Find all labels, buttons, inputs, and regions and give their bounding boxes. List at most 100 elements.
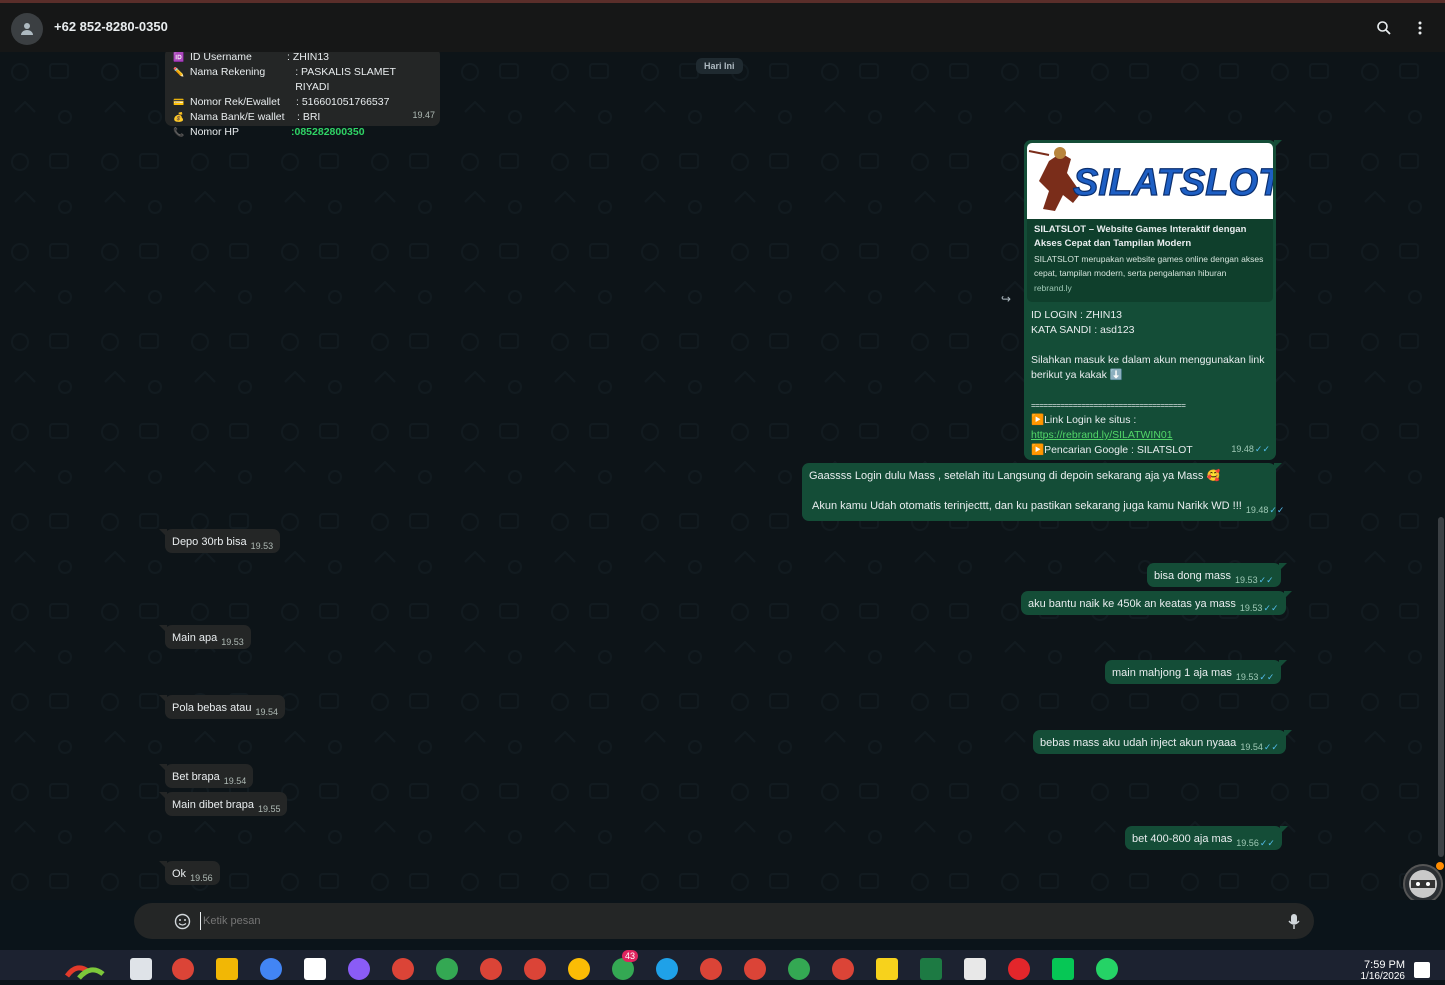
bubble-tail xyxy=(1279,826,1288,834)
outgoing-message[interactable]: main mahjong 1 aja mas 19.53✓✓ xyxy=(1105,660,1288,684)
message-time: 19.53 xyxy=(1239,603,1263,613)
outgoing-message[interactable]: aku bantu naik ke 450k an keatas ya mass… xyxy=(1021,591,1292,615)
bubble-tail xyxy=(159,529,167,537)
incoming-message[interactable]: Pola bebas atau 19.54 xyxy=(159,695,286,719)
promo-line: ID LOGIN : ZHIN13 xyxy=(1031,309,1123,321)
chrome-profile-icon[interactable] xyxy=(788,958,810,980)
bubble-tail xyxy=(159,625,167,633)
detail-label: Nama Rekening xyxy=(189,66,266,78)
incoming-message[interactable]: Bet brapa 19.54 xyxy=(159,764,254,788)
bubble-tail xyxy=(1278,563,1287,571)
double-check-icon: ✓✓ xyxy=(1263,603,1279,613)
chrome-profile-icon[interactable] xyxy=(832,958,854,980)
message-text: Main dibet brapa xyxy=(172,799,254,811)
clock-date: 1/16/2026 xyxy=(1360,971,1406,982)
message-input-container[interactable] xyxy=(134,903,1314,939)
chrome-badge-icon[interactable]: 43 xyxy=(612,950,639,980)
promo-message[interactable]: SILATSLOT SILATSLOT – Website Games Inte… xyxy=(1024,140,1282,460)
incoming-message[interactable]: Depo 30rb bisa 19.53 xyxy=(159,529,281,553)
double-check-icon: ✓✓ xyxy=(1269,505,1285,515)
outgoing-message[interactable]: bisa dong mass 19.53✓✓ xyxy=(1147,563,1287,587)
excel-icon[interactable] xyxy=(920,958,942,980)
outgoing-message[interactable]: bet 400-800 aja mas 19.56✓✓ xyxy=(1125,826,1288,850)
outgoing-message[interactable]: Gaassss Login dulu Mass , setelah itu La… xyxy=(802,463,1284,521)
notification-center-icon[interactable] xyxy=(1414,962,1430,978)
detail-value: :085282800350 xyxy=(291,126,365,138)
promo-line xyxy=(1031,338,1269,353)
search-icon[interactable] xyxy=(1373,17,1395,39)
microphone-icon[interactable] xyxy=(1286,913,1302,930)
message-time: 19.54 xyxy=(255,707,279,717)
double-check-icon: ✓✓ xyxy=(1254,444,1270,454)
person-icon xyxy=(21,23,33,35)
avatar[interactable] xyxy=(11,13,43,45)
link-preview-description: SILATSLOT merupakan website games online… xyxy=(1034,254,1264,278)
message-text: Ok xyxy=(172,868,187,880)
detail-value: : 516601051766537 xyxy=(296,96,390,108)
link-preview-text[interactable]: SILATSLOT – Website Games Interaktif den… xyxy=(1027,219,1273,302)
detail-emoji-icon: ✏️ xyxy=(173,67,185,77)
scrollbar[interactable] xyxy=(1438,517,1444,857)
outgoing-message[interactable]: bebas mass aku udah inject akun nyaaa 19.… xyxy=(1033,730,1292,754)
message-text: Gaassss Login dulu Mass , setelah itu La… xyxy=(809,470,1221,482)
message-time: 19.53 xyxy=(250,541,274,551)
store-icon[interactable] xyxy=(304,958,326,980)
promo-body: ID LOGIN : ZHIN13 KATA SANDI : asd123 Sila… xyxy=(1027,302,1273,458)
chrome-profile-icon[interactable] xyxy=(436,958,458,980)
account-detail-row: 💰 Nama Bank/E wallet: BRI xyxy=(173,110,432,125)
detail-emoji-icon: 💰 xyxy=(173,112,185,122)
account-detail-row: 💳 Nomor Rek/Ewallet: 516601051766537 xyxy=(173,95,432,110)
incoming-message[interactable]: Main dibet brapa 19.55 xyxy=(159,792,288,816)
chrome-profile-icon[interactable] xyxy=(392,958,414,980)
system-clock[interactable]: 7:59 PM 1/16/2026 xyxy=(1361,959,1406,982)
contact-name[interactable]: +62 852-8280-0350 xyxy=(54,19,168,34)
incoming-message[interactable]: Ok 19.56 xyxy=(159,861,220,885)
notification-badge: 43 xyxy=(622,950,639,962)
chat-area[interactable]: Hari Ini 🆔 ID Username: ZHIN13 ✏️ Nama Reke… xyxy=(0,52,1445,900)
message-time: 19.56 xyxy=(1236,838,1259,848)
edge-icon[interactable] xyxy=(656,958,678,980)
promo-line: Silahkan masuk ke dalam akun menggunakan… xyxy=(1031,354,1265,381)
opera-icon[interactable] xyxy=(1008,958,1030,980)
message-text: aku bantu naik ke 450k an keatas ya mass xyxy=(1028,598,1236,610)
folder-icon[interactable] xyxy=(216,958,238,980)
message-text: bisa dong mass xyxy=(1154,570,1232,582)
file-explorer-icon[interactable] xyxy=(130,958,152,980)
weather-widget-icon[interactable] xyxy=(63,960,109,980)
detail-emoji-icon: 💳 xyxy=(173,97,185,107)
incoming-message[interactable]: Main apa 19.53 xyxy=(159,625,251,649)
date-chip: Hari Ini xyxy=(696,58,743,74)
login-link[interactable]: https://rebrand.ly/SILATWIN01 xyxy=(1031,428,1269,443)
double-check-icon: ✓✓ xyxy=(1259,672,1275,682)
promo-line xyxy=(1031,383,1269,398)
whatsapp-icon[interactable] xyxy=(1096,958,1118,980)
chrome-profile-icon[interactable] xyxy=(568,958,590,980)
message-time: 19.54 xyxy=(223,776,247,786)
sticker-icon[interactable] xyxy=(174,913,191,930)
font-app-icon[interactable] xyxy=(964,958,986,980)
account-details-message[interactable]: 🆔 ID Username: ZHIN13 ✏️ Nama Rekening: PAS… xyxy=(165,52,440,138)
message-composer xyxy=(0,900,1445,950)
bubble-tail xyxy=(159,861,167,869)
chrome-profile-icon[interactable] xyxy=(480,958,502,980)
silatslot-logo: SILATSLOT xyxy=(1028,147,1273,211)
chrome-profile-icon[interactable] xyxy=(700,958,722,980)
account-detail-row: 📞 Nomor HP:085282800350 xyxy=(173,125,432,140)
message-time: 19.47 xyxy=(412,110,435,120)
forward-icon[interactable]: ↪ xyxy=(1001,292,1019,306)
copilot-icon[interactable] xyxy=(348,958,370,980)
chrome-profile-icon[interactable] xyxy=(744,958,766,980)
chrome-profile-icon[interactable] xyxy=(524,958,546,980)
line-icon[interactable] xyxy=(1052,958,1074,980)
chrome-profile-icon[interactable] xyxy=(260,958,282,980)
detail-emoji-icon: 📞 xyxy=(173,127,185,137)
more-vertical-icon[interactable] xyxy=(1409,17,1431,39)
message-time: 19.48 xyxy=(1231,444,1254,454)
account-detail-row: ✏️ Nama Rekening: PASKALIS SLAMET RIYADI xyxy=(173,65,432,95)
chrome-icon[interactable] xyxy=(172,958,194,980)
message-input[interactable] xyxy=(200,912,1200,930)
assistant-bubble-icon[interactable] xyxy=(1403,862,1444,900)
link-preview-image[interactable]: SILATSLOT xyxy=(1027,143,1273,219)
promo-line: ▶️Link Login ke situs : xyxy=(1031,414,1137,426)
sticky-notes-icon[interactable] xyxy=(876,958,898,980)
